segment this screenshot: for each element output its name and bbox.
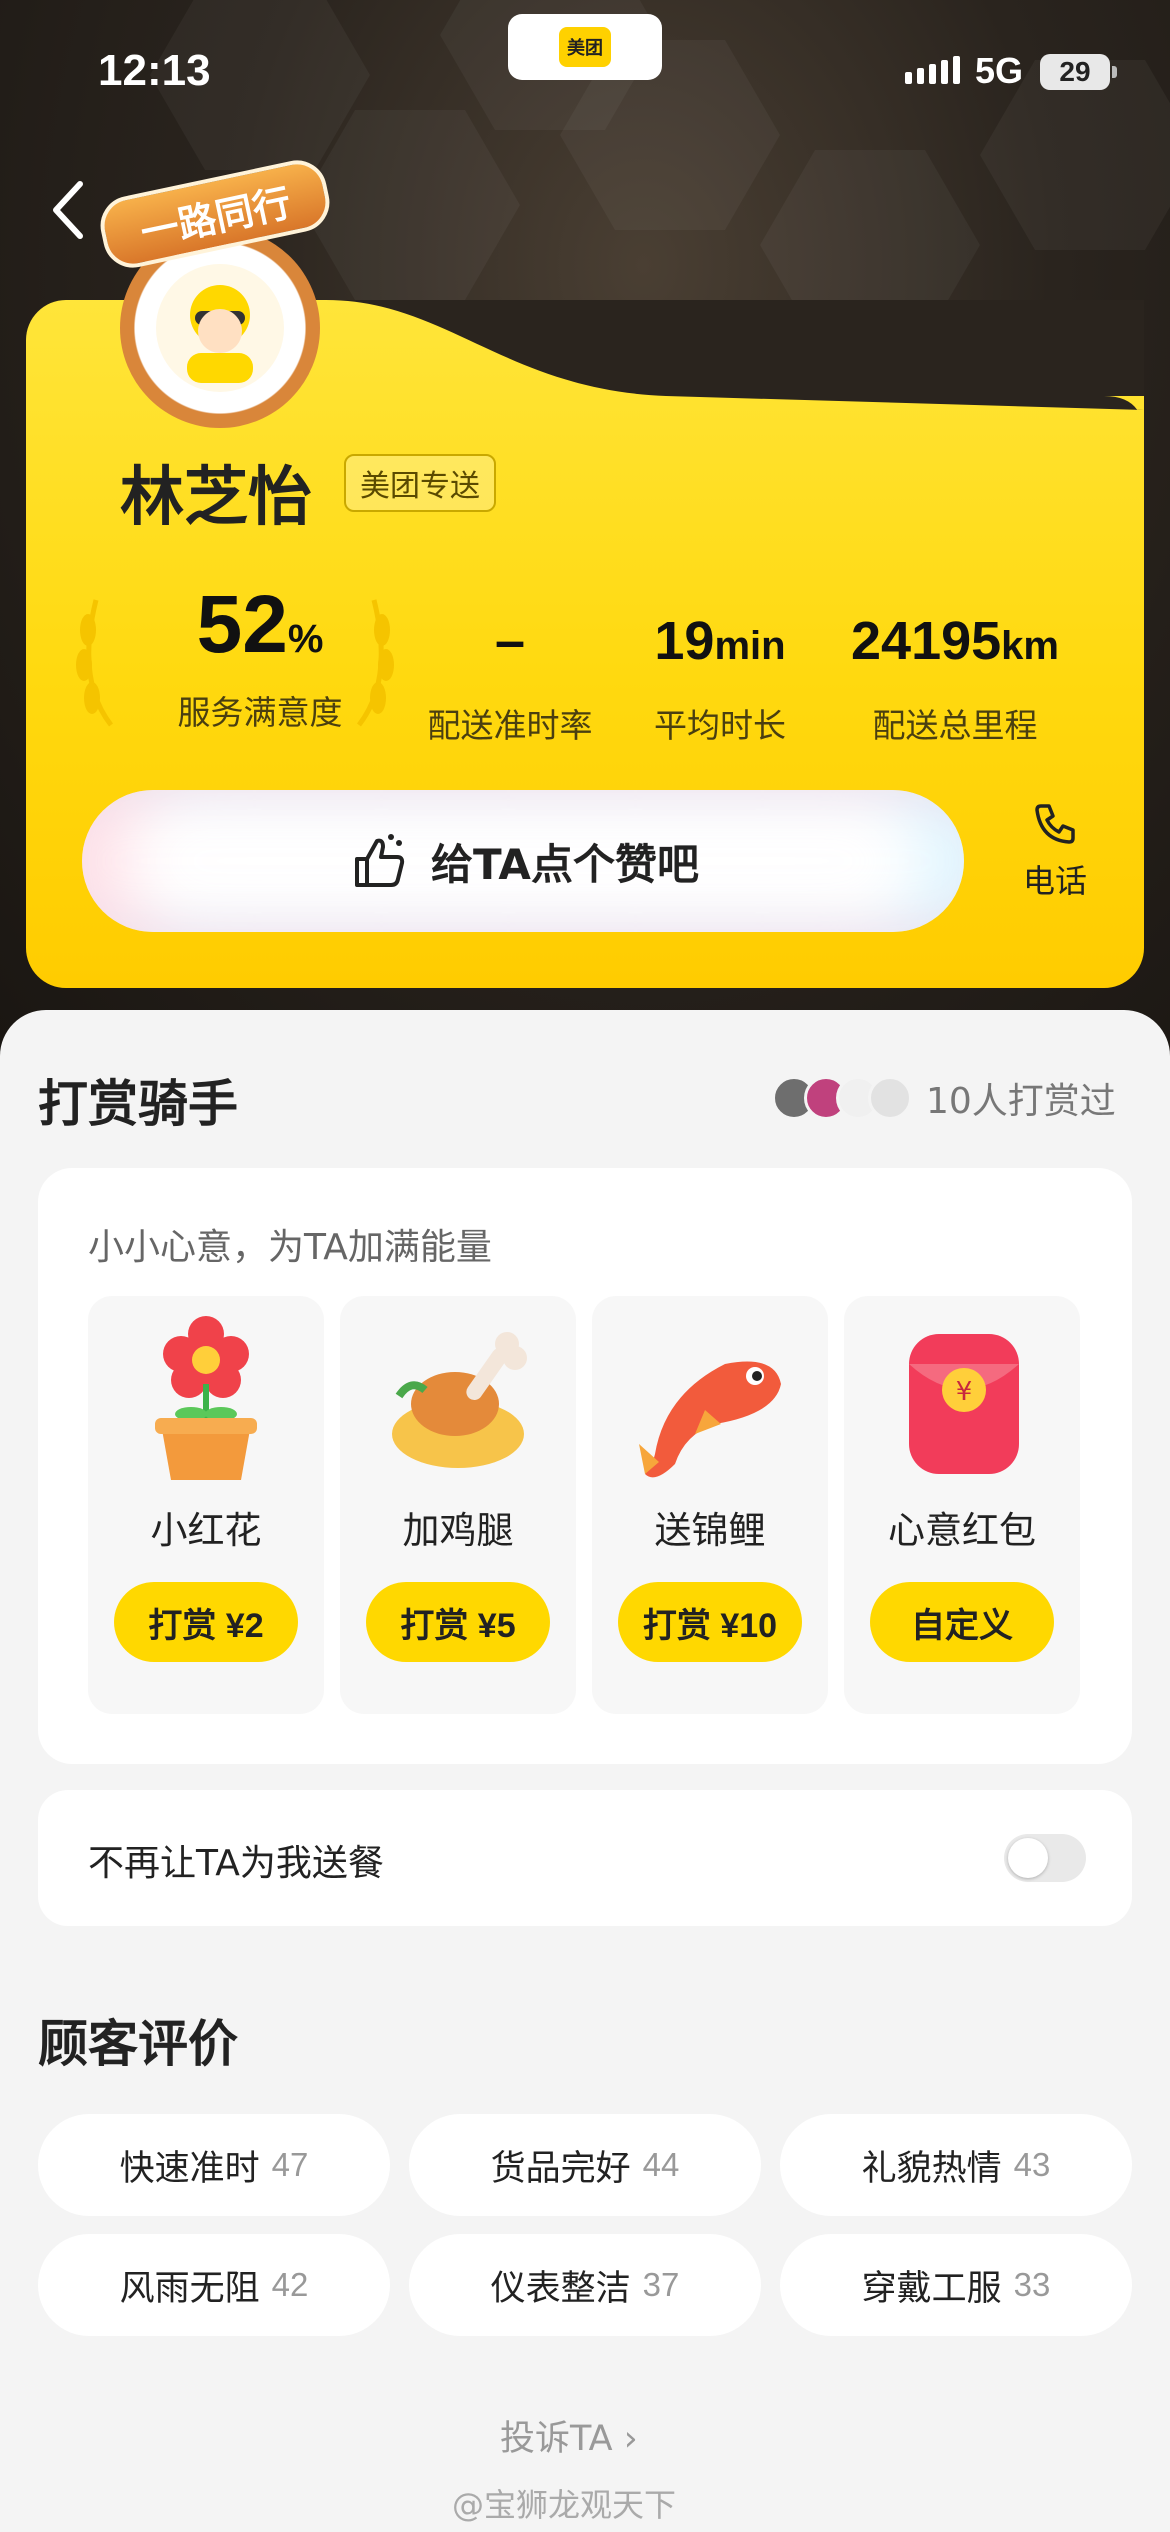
review-tag-count: 42 bbox=[271, 2266, 309, 2303]
gift-koi[interactable]: 送锦鲤 打赏 ¥10 bbox=[592, 1296, 828, 1714]
battery-icon: 29 bbox=[1040, 54, 1110, 90]
block-rider-row: 不再让TA为我送餐 bbox=[38, 1790, 1132, 1926]
tippers-summary[interactable]: 10人打赏过 bbox=[772, 1072, 1116, 1124]
tippers-count: 10人打赏过 bbox=[926, 1081, 1116, 1122]
status-time: 12:13 bbox=[98, 46, 211, 95]
review-tag-count: 43 bbox=[1013, 2146, 1051, 2183]
stat-avg-duration: 19min 平均时长 bbox=[620, 614, 820, 747]
review-tag[interactable]: 穿戴工服 33 bbox=[780, 2234, 1132, 2336]
stat-total-distance: 24195km 配送总里程 bbox=[830, 614, 1080, 747]
status-bar: 12:13 美团 美团 5G 29 bbox=[0, 0, 1170, 557]
red-envelope-icon: ¥ bbox=[909, 1334, 1019, 1474]
block-rider-label: 不再让TA为我送餐 bbox=[88, 1843, 384, 1884]
review-tag-count: 37 bbox=[642, 2266, 680, 2303]
rider-avatar-icon bbox=[156, 264, 284, 392]
review-tag[interactable]: 货品完好 44 bbox=[409, 2114, 761, 2216]
flower-icon bbox=[155, 1316, 257, 1480]
toggle-knob bbox=[1008, 1838, 1048, 1878]
gift-flower[interactable]: 小红花 打赏 ¥2 bbox=[88, 1296, 324, 1714]
tip-2-button[interactable]: 打赏 ¥2 bbox=[114, 1582, 298, 1662]
rider-tag: 美团专送 bbox=[344, 454, 496, 512]
review-tag-label: 仪表整洁 bbox=[490, 2268, 631, 2309]
stat-value: 52 bbox=[196, 579, 288, 670]
more-avatars-icon bbox=[868, 1076, 912, 1120]
stat-unit: % bbox=[287, 617, 324, 661]
review-tag-count: 47 bbox=[271, 2146, 309, 2183]
call-button[interactable]: 电话 bbox=[1010, 800, 1100, 902]
stat-unit: km bbox=[1001, 624, 1059, 668]
gift-drumstick[interactable]: 加鸡腿 打赏 ¥5 bbox=[340, 1296, 576, 1714]
laurel-left-icon bbox=[76, 599, 113, 727]
thumbs-up-icon bbox=[355, 834, 405, 887]
stat-value: 24195 bbox=[851, 611, 1002, 671]
complain-link[interactable]: 投诉TA › bbox=[500, 2410, 638, 2461]
chevron-left-icon bbox=[53, 181, 83, 239]
gift-name: 心意红包 bbox=[888, 1509, 1036, 1552]
tip-section-title: 打赏骑手 bbox=[38, 1075, 238, 1133]
call-label: 电话 bbox=[1022, 862, 1087, 900]
stat-satisfaction: 52% 服务满意度 bbox=[140, 584, 380, 734]
stat-label: 配送准时率 bbox=[427, 706, 593, 745]
watermark: @宝狮龙观天下 bbox=[452, 2486, 677, 2524]
gift-red-envelope[interactable]: ¥ 心意红包 自定义 bbox=[844, 1296, 1080, 1714]
stat-value: 19 bbox=[654, 611, 715, 671]
review-tag[interactable]: 礼貌热情 43 bbox=[780, 2114, 1132, 2216]
review-tag[interactable]: 快速准时 47 bbox=[38, 2114, 390, 2216]
koi-icon bbox=[639, 1361, 781, 1478]
back-button[interactable] bbox=[40, 170, 104, 250]
stat-label: 平均时长 bbox=[654, 706, 786, 745]
gift-name: 小红花 bbox=[150, 1509, 262, 1552]
stat-unit: min bbox=[714, 624, 786, 668]
stat-label: 配送总里程 bbox=[872, 706, 1038, 745]
battery-tip bbox=[1112, 66, 1117, 78]
tip-custom-button[interactable]: 自定义 bbox=[870, 1582, 1054, 1662]
network-type: 5G bbox=[975, 50, 1024, 91]
block-rider-toggle[interactable] bbox=[1004, 1834, 1086, 1882]
rider-name: 林芝怡 bbox=[120, 461, 312, 535]
review-tag-label: 穿戴工服 bbox=[861, 2268, 1002, 2309]
review-tag[interactable]: 仪表整洁 37 bbox=[409, 2234, 761, 2336]
like-button[interactable]: 给TA点个赞吧 bbox=[82, 790, 964, 932]
tip-5-button[interactable]: 打赏 ¥5 bbox=[366, 1582, 550, 1662]
gift-name: 送锦鲤 bbox=[654, 1509, 766, 1552]
tip-subtitle: 小小心意，为TA加满能量 bbox=[88, 1227, 492, 1268]
stat-label: 服务满意度 bbox=[177, 693, 343, 732]
review-tag-label: 礼貌热情 bbox=[861, 2148, 1002, 2189]
tip-10-button[interactable]: 打赏 ¥10 bbox=[618, 1582, 802, 1662]
app-badge: 美团 美团 bbox=[508, 14, 662, 557]
review-tag-count: 33 bbox=[1013, 2266, 1051, 2303]
review-tag-label: 快速准时 bbox=[119, 2148, 260, 2189]
review-tag-label: 风雨无阻 bbox=[119, 2268, 260, 2309]
review-tag-count: 44 bbox=[642, 2146, 680, 2183]
review-tag-label: 货品完好 bbox=[490, 2148, 631, 2189]
phone-icon bbox=[1035, 804, 1075, 844]
stat-value: – bbox=[494, 611, 526, 671]
review-tag[interactable]: 风雨无阻 42 bbox=[38, 2234, 390, 2336]
svg-text:¥: ¥ bbox=[956, 1377, 973, 1407]
signal-icon bbox=[905, 56, 960, 84]
like-label: 给TA点个赞吧 bbox=[431, 839, 699, 889]
meituan-logo-icon: 美团 bbox=[559, 27, 611, 67]
gift-name: 加鸡腿 bbox=[402, 1509, 514, 1552]
reviews-section-title: 顾客评价 bbox=[38, 2015, 238, 2073]
drumstick-icon bbox=[392, 1332, 527, 1468]
stat-ontime-rate: – 配送准时率 bbox=[410, 614, 610, 747]
rider-avatar: 一路同行 bbox=[95, 154, 340, 448]
